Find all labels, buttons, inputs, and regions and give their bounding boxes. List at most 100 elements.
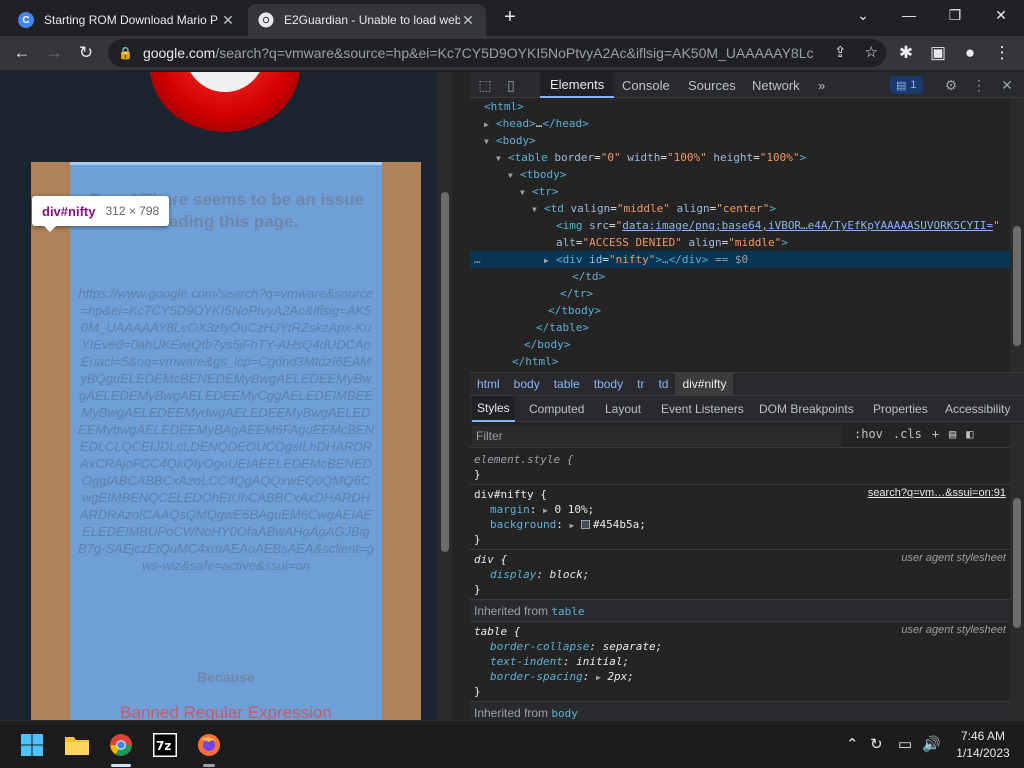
tab-event-listeners[interactable]: Event Listeners xyxy=(656,396,749,422)
lock-icon[interactable]: 🔒 xyxy=(118,46,133,60)
new-rule-icon[interactable]: + xyxy=(932,427,939,441)
issues-badge[interactable]: ▤ 1 xyxy=(890,76,923,94)
close-tab-icon[interactable]: ✕ xyxy=(220,12,236,29)
sync-icon[interactable]: ↻ xyxy=(870,735,883,753)
dom-tree-scrollbar[interactable] xyxy=(1010,98,1024,372)
chrome-menu-icon[interactable]: ⋮ xyxy=(990,41,1014,65)
paint-icon[interactable]: ▤ xyxy=(949,427,956,441)
dom-node-img[interactable]: <img src="data:image/png;base64,iVBOR…e4… xyxy=(470,217,1010,234)
forward-button[interactable]: → xyxy=(42,41,66,65)
side-panel-icon[interactable]: ▣ xyxy=(926,41,950,65)
inspect-element-icon[interactable]: ⬚ xyxy=(476,76,494,94)
hover-state-toggle[interactable]: :hov xyxy=(854,427,883,441)
css-prop-margin[interactable]: margin: ▶ 0 10%; xyxy=(474,502,1006,517)
back-button[interactable]: ← xyxy=(10,41,34,65)
css-prop-text-indent[interactable]: text-indent: initial; xyxy=(474,654,1006,669)
dom-node-html[interactable]: <html> xyxy=(470,98,1010,115)
minimize-button[interactable]: — xyxy=(886,0,932,30)
firefox-app[interactable] xyxy=(193,729,225,767)
breadcrumb-div-nifty[interactable]: div#nifty xyxy=(675,373,734,395)
rule-table-ua[interactable]: table { user agent stylesheet border-col… xyxy=(470,622,1010,702)
tab-elements[interactable]: Elements xyxy=(540,72,615,98)
inherited-table-link[interactable]: table xyxy=(551,605,584,618)
dom-node-tbody-close[interactable]: </tbody> xyxy=(470,302,1010,319)
dom-node-tr-close[interactable]: </tr> xyxy=(470,285,1010,302)
tab-dom-breakpoints[interactable]: DOM Breakpoints xyxy=(754,396,859,422)
tab-properties[interactable]: Properties xyxy=(868,396,933,422)
rule-source-link[interactable]: search?q=vm…&ssui=on:91 xyxy=(868,487,1006,499)
address-bar[interactable]: 🔒 google.com/search?q=vmware&source=hp&e… xyxy=(108,39,886,67)
tab-console[interactable]: Console xyxy=(612,72,680,98)
dom-node-div-nifty[interactable]: … ▶ <div id="nifty">…</div> == $0 xyxy=(470,251,1010,268)
dom-tree[interactable]: <html> ▶ <head>…</head> ▼ <body> ▼ <table b… xyxy=(470,98,1010,372)
dom-node-html-close[interactable]: </html> xyxy=(470,353,1010,370)
profile-avatar-icon[interactable]: ● xyxy=(958,41,982,65)
volume-icon[interactable]: 🔊 xyxy=(922,735,941,753)
device-toolbar-icon[interactable]: ▯ xyxy=(502,76,520,94)
devtools-menu-icon[interactable]: ⋮ xyxy=(970,76,988,94)
tab-accessibility[interactable]: Accessibility xyxy=(940,396,1015,422)
chrome-app[interactable] xyxy=(105,729,137,767)
tab-network[interactable]: Network xyxy=(742,72,810,98)
node-actions-icon[interactable]: … xyxy=(474,251,481,268)
restore-button[interactable]: ❐ xyxy=(932,0,978,30)
css-prop-background[interactable]: background: ▶ #454b5a; xyxy=(474,517,1006,532)
breadcrumb-td[interactable]: td xyxy=(651,377,675,391)
devtools-splitter[interactable] xyxy=(452,72,470,720)
dom-node-td-close[interactable]: </td> xyxy=(470,268,1010,285)
dom-node-head[interactable]: ▶ <head>…</head> xyxy=(470,115,1010,132)
styles-filter-input[interactable]: Filter xyxy=(472,426,842,446)
extensions-puzzle-icon[interactable]: ✱ xyxy=(894,41,918,65)
tab-layout[interactable]: Layout xyxy=(600,396,646,422)
more-tabs-button[interactable]: » xyxy=(808,72,835,98)
dom-node-tbody[interactable]: ▼ <tbody> xyxy=(470,166,1010,183)
breadcrumb-html[interactable]: html xyxy=(470,377,507,391)
rule-div-ua[interactable]: div { user agent stylesheet display: blo… xyxy=(470,550,1010,600)
tab-title: Starting ROM Download Mario P xyxy=(44,13,219,27)
network-icon[interactable]: ▭ xyxy=(898,735,912,753)
breadcrumb-tbody[interactable]: tbody xyxy=(587,377,630,391)
rule-div-nifty[interactable]: div#nifty { search?q=vm…&ssui=on:91 marg… xyxy=(470,485,1010,550)
7zip-app[interactable]: 7z xyxy=(149,729,181,761)
reload-button[interactable]: ↻ xyxy=(74,41,98,65)
url-text[interactable]: google.com/search?q=vmware&source=hp&ei=… xyxy=(143,45,813,61)
dom-node-td[interactable]: ▼ <td valign="middle" align="center"> xyxy=(470,200,1010,217)
img-src-link[interactable]: data:image/png;base64,iVBOR…e4A/TyEfKpYA… xyxy=(622,219,993,232)
dom-node-img-attrs[interactable]: alt="ACCESS DENIED" align="middle"> xyxy=(470,234,1010,251)
styles-scrollbar[interactable] xyxy=(1010,424,1024,720)
inherited-body-link[interactable]: body xyxy=(551,707,578,720)
show-hidden-icons[interactable]: ⌃ xyxy=(846,735,859,753)
tab-rom-download[interactable]: C Starting ROM Download Mario P ✕ xyxy=(8,4,246,36)
close-window-button[interactable]: ✕ xyxy=(978,0,1024,30)
tab-styles[interactable]: Styles xyxy=(472,396,515,422)
tab-sources[interactable]: Sources xyxy=(678,72,746,98)
css-prop-display[interactable]: display: block; xyxy=(474,567,1006,582)
breadcrumb-table[interactable]: table xyxy=(547,377,587,391)
color-swatch[interactable] xyxy=(580,520,590,529)
toggle-sidebar-icon[interactable]: ◧ xyxy=(966,427,973,441)
bookmark-star-icon[interactable]: ☆ xyxy=(865,43,878,61)
close-devtools-icon[interactable]: ✕ xyxy=(998,76,1016,94)
dom-node-table[interactable]: ▼ <table border="0" width="100%" height="… xyxy=(470,149,1010,166)
close-tab-icon[interactable]: ✕ xyxy=(460,12,476,29)
rule-element-style[interactable]: element.style { } xyxy=(470,450,1010,485)
tab-search-icon[interactable]: ⌄ xyxy=(840,0,886,30)
css-prop-border-collapse[interactable]: border-collapse: separate; xyxy=(474,639,1006,654)
css-prop-border-spacing[interactable]: border-spacing: ▶ 2px; xyxy=(474,669,1006,684)
tab-computed[interactable]: Computed xyxy=(524,396,589,422)
dom-node-tr[interactable]: ▼ <tr> xyxy=(470,183,1010,200)
start-button[interactable] xyxy=(16,729,48,761)
share-icon[interactable]: ⇪ xyxy=(834,43,847,61)
settings-gear-icon[interactable]: ⚙ xyxy=(942,76,960,94)
taskbar-clock[interactable]: 7:46 AM 1/14/2023 xyxy=(948,728,1018,762)
new-tab-button[interactable]: + xyxy=(498,6,522,30)
dom-node-table-close[interactable]: </table> xyxy=(470,319,1010,336)
class-toggle[interactable]: .cls xyxy=(893,427,922,441)
breadcrumb-tr[interactable]: tr xyxy=(630,377,651,391)
file-explorer-app[interactable] xyxy=(61,729,93,761)
breadcrumb-body[interactable]: body xyxy=(507,377,547,391)
dom-node-body[interactable]: ▼ <body> xyxy=(470,132,1010,149)
dom-node-body-close[interactable]: </body> xyxy=(470,336,1010,353)
page-scrollbar[interactable] xyxy=(438,72,452,720)
tab-e2guardian[interactable]: E2Guardian - Unable to load web ✕ xyxy=(248,4,486,36)
